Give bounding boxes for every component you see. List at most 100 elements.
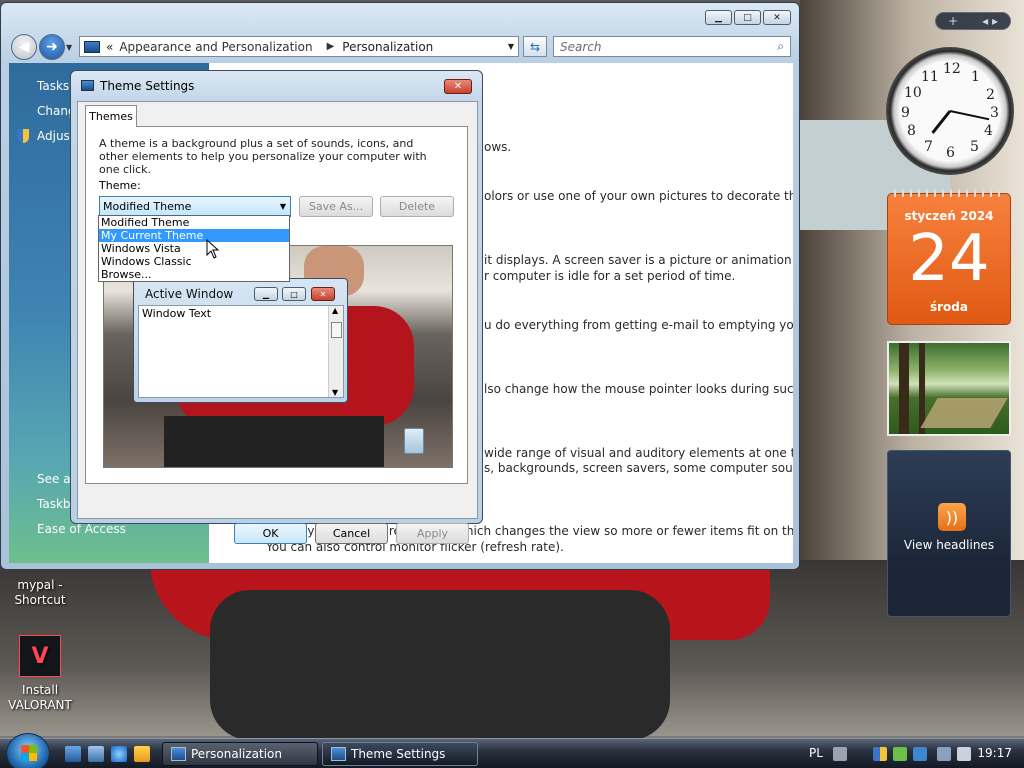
add-gadget-button[interactable]: + (948, 14, 958, 28)
theme-description: A theme is a background plus a set of so… (99, 137, 427, 176)
cancel-button[interactable]: Cancel (315, 523, 388, 544)
taskbar-button-personalization[interactable]: Personalization (162, 742, 318, 766)
minimize-button[interactable]: ▁ (705, 10, 732, 25)
dropdown-option[interactable]: Browse... (99, 268, 289, 281)
dropdown-option-highlighted[interactable]: My Current Theme (99, 229, 289, 242)
ok-button[interactable]: OK (234, 523, 307, 544)
address-bar[interactable]: « Appearance and Personalization ▶ Perso… (79, 36, 519, 57)
close-button[interactable]: ✕ (763, 10, 791, 25)
clock-number: 11 (921, 69, 939, 85)
display-tray-icon[interactable] (913, 747, 927, 761)
calendar-day: 24 (908, 222, 990, 296)
theme-label: Theme: (99, 179, 141, 192)
valorant-icon: V (19, 635, 61, 677)
calendar-gadget[interactable]: styczeń 2024 24 środa (887, 189, 1011, 325)
delete-button[interactable]: Delete (380, 196, 454, 217)
chevron-down-icon[interactable]: ▼ (280, 202, 286, 211)
photo-path (920, 398, 1008, 428)
see-also-taskbar[interactable]: Taskb (37, 497, 71, 511)
display-icon (81, 80, 94, 91)
preview-window-title: Active Window (145, 287, 234, 301)
calendar-rings (894, 189, 1004, 197)
content-text: it displays. A screen saver is a picture… (484, 253, 793, 267)
maximize-icon: □ (282, 287, 306, 301)
media-player-icon[interactable] (134, 746, 150, 762)
preview-window-text: Window Text (142, 307, 212, 320)
scroll-thumb (331, 322, 342, 338)
clock-number: 6 (946, 145, 955, 161)
view-headlines-link[interactable]: View headlines (888, 538, 1010, 552)
breadcrumb-item[interactable]: Personalization (342, 40, 433, 54)
wallpaper-dark (210, 590, 670, 740)
taskbar-button-theme-settings[interactable]: Theme Settings (322, 742, 478, 766)
feed-headlines-gadget[interactable]: )) View headlines (887, 450, 1011, 617)
gadget-nav-arrows[interactable]: ◂ ▸ (982, 14, 998, 28)
keyboard-icon[interactable] (833, 747, 847, 761)
theme-select-value: Modified Theme (103, 200, 192, 213)
dropdown-option[interactable]: Windows Classic (99, 255, 289, 268)
chevron-down-icon[interactable]: ▼ (508, 42, 514, 51)
control-panel-icon (171, 747, 186, 761)
mouse-pointer-icon (206, 239, 220, 259)
content-text: r computer is idle for a set period of t… (484, 269, 736, 283)
dialog-title: Theme Settings (100, 79, 195, 93)
clock-number: 8 (907, 123, 916, 139)
search-icon[interactable]: ⌕ (777, 39, 784, 54)
update-icon[interactable] (893, 747, 907, 761)
maximize-button[interactable]: □ (734, 10, 761, 25)
sidebar-controls: + ◂ ▸ (935, 12, 1011, 30)
task-link-adjust[interactable]: Adjust (37, 129, 75, 143)
volume-muted-icon[interactable] (957, 747, 971, 761)
forward-button[interactable]: ➜ (39, 34, 65, 60)
navigation-bar: ◀ ➜ ▼ « Appearance and Personalization ▶… (9, 33, 793, 61)
theme-dropdown-list[interactable]: Modified Theme My Current Theme Windows … (98, 215, 290, 282)
desktop-icon-label: mypal - Shortcut (14, 578, 66, 607)
search-input[interactable]: Search ⌕ (553, 36, 791, 57)
clock-number: 1 (971, 69, 980, 85)
refresh-button[interactable]: ⇆ (523, 36, 547, 57)
dropdown-option[interactable]: Modified Theme (99, 216, 289, 229)
back-button[interactable]: ◀ (11, 34, 37, 60)
tasks-heading: Tasks (37, 79, 70, 93)
clock-gadget[interactable]: 12 1 2 3 4 5 6 7 8 9 10 11 (886, 47, 1014, 175)
clock-hour-hand (931, 110, 952, 134)
clock-time[interactable]: 19:17 (977, 746, 1012, 760)
recycle-bin-icon (404, 428, 424, 454)
network-icon[interactable] (937, 747, 951, 761)
chevron-right-icon[interactable]: ▶ (327, 41, 335, 52)
taskbar-button-label: Personalization (191, 747, 282, 761)
save-as-button[interactable]: Save As... (299, 196, 373, 217)
desktop-icon-mypal[interactable]: mypal - Shortcut (0, 578, 80, 608)
desktop-icon-valorant[interactable]: V Install VALORANT (0, 635, 80, 713)
apply-button[interactable]: Apply (396, 523, 469, 544)
content-text: olors or use one of your own pictures to… (484, 189, 793, 203)
close-icon: ✕ (311, 287, 335, 301)
internet-explorer-icon[interactable] (111, 746, 127, 762)
display-icon (331, 747, 346, 761)
show-desktop-icon[interactable] (65, 746, 81, 762)
see-also-ease[interactable]: Ease of Access (37, 522, 126, 536)
preview-active-window: Active Window ▁ □ ✕ Window Text ▲ ▼ (133, 278, 348, 403)
windows-logo-icon (21, 753, 37, 761)
clock-number: 4 (984, 123, 993, 139)
recent-pages-dropdown[interactable]: ▼ (66, 43, 72, 52)
dropdown-option[interactable]: Windows Vista (99, 242, 289, 255)
clock-number: 10 (904, 85, 922, 101)
see-also-heading: See a (37, 472, 71, 486)
tab-themes[interactable]: Themes (85, 105, 137, 127)
slideshow-gadget[interactable] (887, 341, 1011, 436)
breadcrumb-prefix[interactable]: « (106, 40, 113, 54)
minimize-icon: ▁ (254, 287, 278, 301)
switch-windows-icon[interactable] (88, 746, 104, 762)
clock-number: 12 (943, 61, 961, 77)
theme-select[interactable]: Modified Theme ▼ (99, 196, 291, 217)
content-text: s, backgrounds, screen savers, some comp… (484, 461, 793, 475)
dialog-close-button[interactable]: ✕ (444, 79, 472, 94)
content-text: ows. (484, 140, 512, 154)
start-button[interactable] (6, 733, 50, 768)
language-indicator[interactable]: PL (809, 746, 823, 760)
security-shield-icon[interactable] (873, 747, 887, 761)
control-panel-icon (84, 40, 100, 53)
breadcrumb-item[interactable]: Appearance and Personalization (119, 40, 312, 54)
preview-window-body: Window Text ▲ ▼ (138, 305, 344, 398)
